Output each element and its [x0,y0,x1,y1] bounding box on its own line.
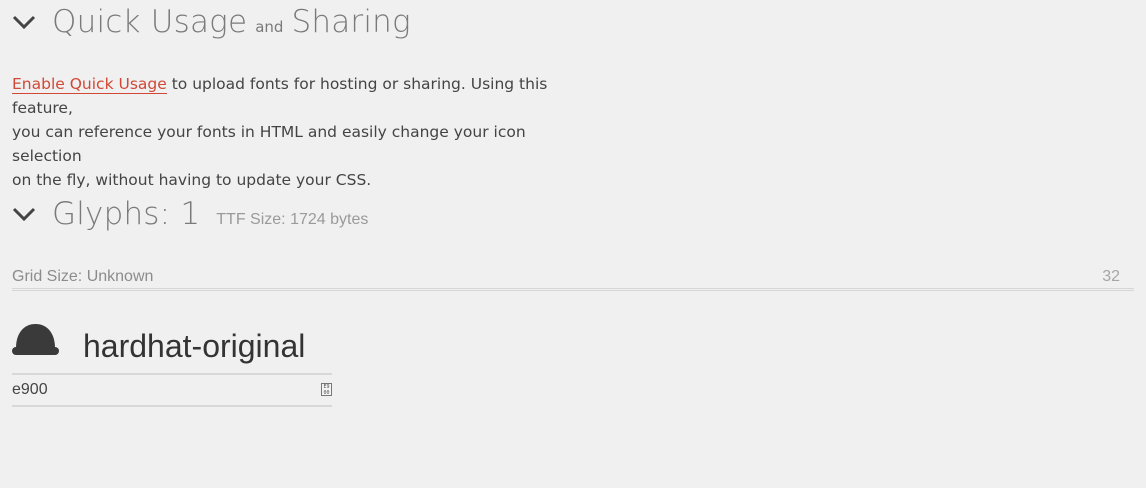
grid-size-bar: Grid Size: Unknown 32 [12,266,1134,291]
quick-usage-title-connector: and [255,18,284,36]
glyph-code-field[interactable] [12,375,332,407]
hex-code-icon[interactable]: E9 00 [321,383,332,396]
ttf-size-label: TTF Size: 1724 bytes [216,211,369,228]
glyph-card[interactable]: hardhat-original E900 [12,318,332,410]
description-line3: on the fly, without having to update you… [12,171,372,189]
enable-quick-usage-link[interactable]: Enable Quick Usage [12,75,167,94]
glyph-name: hardhat-original [83,328,306,364]
chevron-down-icon[interactable] [12,202,36,226]
glyphs-header: Glyphs: 1 TTF Size: 1724 bytes [12,196,368,232]
glyphs-title: Glyphs: 1 [52,196,201,232]
hardhat-icon[interactable] [12,321,59,355]
grid-size-label: Grid Size: Unknown [12,268,154,285]
quick-usage-title-part2: Sharing [291,4,411,40]
chevron-down-icon[interactable] [12,10,36,34]
quick-usage-description: Enable Quick Usage to upload fonts for h… [12,72,582,192]
description-line2: you can reference your fonts in HTML and… [12,123,526,165]
grid-size-value[interactable]: 32 [1102,268,1120,286]
quick-usage-title-part1: Quick Usage [52,4,248,40]
quick-usage-header: Quick Usage and Sharing [12,4,411,40]
